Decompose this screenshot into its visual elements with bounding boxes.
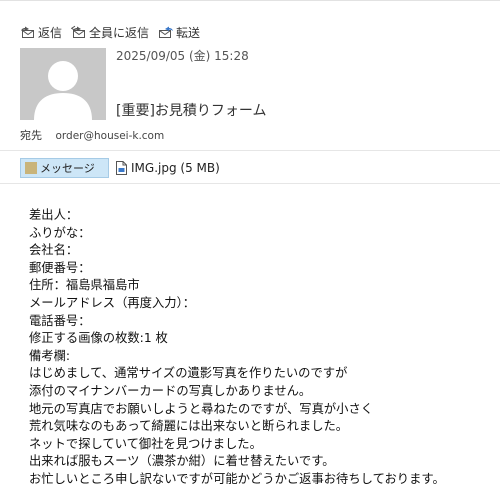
sender-avatar — [20, 48, 106, 120]
mail-reading-pane: 返信 全員に返信 転送 2025/09/05 (金) 15:28 [重要]お見積… — [0, 0, 500, 484]
attachment-file[interactable]: IMG.jpg (5 MB) — [116, 161, 220, 175]
default-person-avatar-icon — [20, 48, 106, 120]
reply-button[interactable]: 返信 — [20, 24, 62, 41]
reply-envelope-icon — [20, 25, 36, 39]
forward-button[interactable]: 転送 — [158, 24, 200, 41]
body-line: 備考欄: — [29, 348, 71, 363]
body-line: メールアドレス（再度入力）： — [29, 295, 196, 310]
attachment-file-label: IMG.jpg (5 MB) — [131, 161, 220, 175]
message-tab[interactable]: メッセージ — [20, 158, 109, 178]
body-line: ふりがな： — [29, 225, 91, 240]
attachment-bar: メッセージ IMG.jpg (5 MB) — [20, 158, 220, 178]
to-address[interactable]: order@housei-k.com — [56, 130, 165, 142]
body-line: 住所：福島県福島市 — [29, 278, 140, 293]
body-line: 会社名： — [29, 243, 79, 258]
header-divider — [0, 150, 500, 151]
attachment-divider — [0, 183, 500, 184]
forward-envelope-icon — [158, 25, 174, 39]
message-subject: [重要]お見積りフォーム — [116, 103, 267, 119]
body-line: 荒れ気味なのもあって綺麗には出来ないと断られました。 — [29, 419, 349, 434]
body-line: 電話番号： — [29, 313, 91, 328]
body-line: 地元の写真店でお願いしようと尋ねたのですが、写真が小さく — [29, 401, 374, 416]
top-divider — [0, 0, 500, 1]
forward-label: 転送 — [176, 25, 201, 40]
body-line: ネットで探していて御社を見つけました。 — [29, 436, 262, 451]
message-toolbar: 返信 全員に返信 転送 — [20, 24, 209, 40]
reply-label: 返信 — [38, 25, 63, 40]
to-label: 宛先 — [20, 129, 42, 142]
body-line: 出来れば服もスーツ（濃茶か紺）に着せ替えたいです。 — [29, 454, 335, 469]
message-body: 差出人： ふりがな： 会社名： 郵便番号： 住所：福島県福島市 メールアドレス（… — [29, 207, 499, 484]
body-line: 修正する画像の枚数:1 枚 — [29, 331, 168, 346]
reply-all-envelope-icon — [70, 25, 87, 39]
reply-all-label: 全員に返信 — [89, 25, 150, 40]
message-icon — [25, 162, 37, 174]
reply-all-button[interactable]: 全員に返信 — [70, 24, 150, 41]
body-line: 添付のマイナンバーカードの写真しかありません。 — [29, 383, 312, 398]
body-line: お忙しいところ申し訳ないですが可能かどうかご返事お待ちしております。 — [29, 471, 445, 484]
message-date: 2025/09/05 (金) 15:28 — [116, 49, 249, 63]
body-line: 差出人： — [29, 208, 79, 222]
message-tab-label: メッセージ — [40, 162, 95, 175]
body-line: はじめまして、通常サイズの遺影写真を作りたいのですが — [29, 366, 348, 381]
document-icon — [116, 161, 127, 175]
body-line: 郵便番号： — [29, 260, 91, 275]
recipient-row: 宛先 order@housei-k.com — [20, 127, 164, 143]
